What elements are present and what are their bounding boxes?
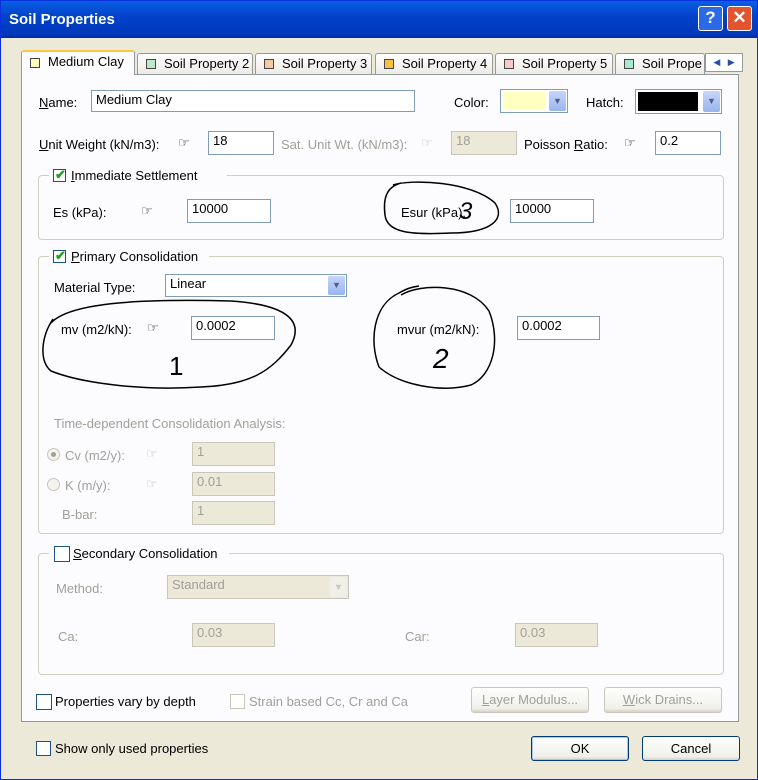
soil-properties-dialog: Soil Properties ? ✕ Medium Clay Soil Pro… [0,0,758,780]
annotation-number: 2 [433,343,449,374]
tab-medium-clay[interactable]: Medium Clay [21,50,135,75]
esur-annotation-circle [383,181,500,235]
annotation-number: 3 [459,198,473,225]
tab-color-swatch [30,58,40,68]
annotation-number: 1 [169,351,184,381]
hand-annotations [42,181,500,389]
tab-label: Medium Clay [48,54,124,69]
